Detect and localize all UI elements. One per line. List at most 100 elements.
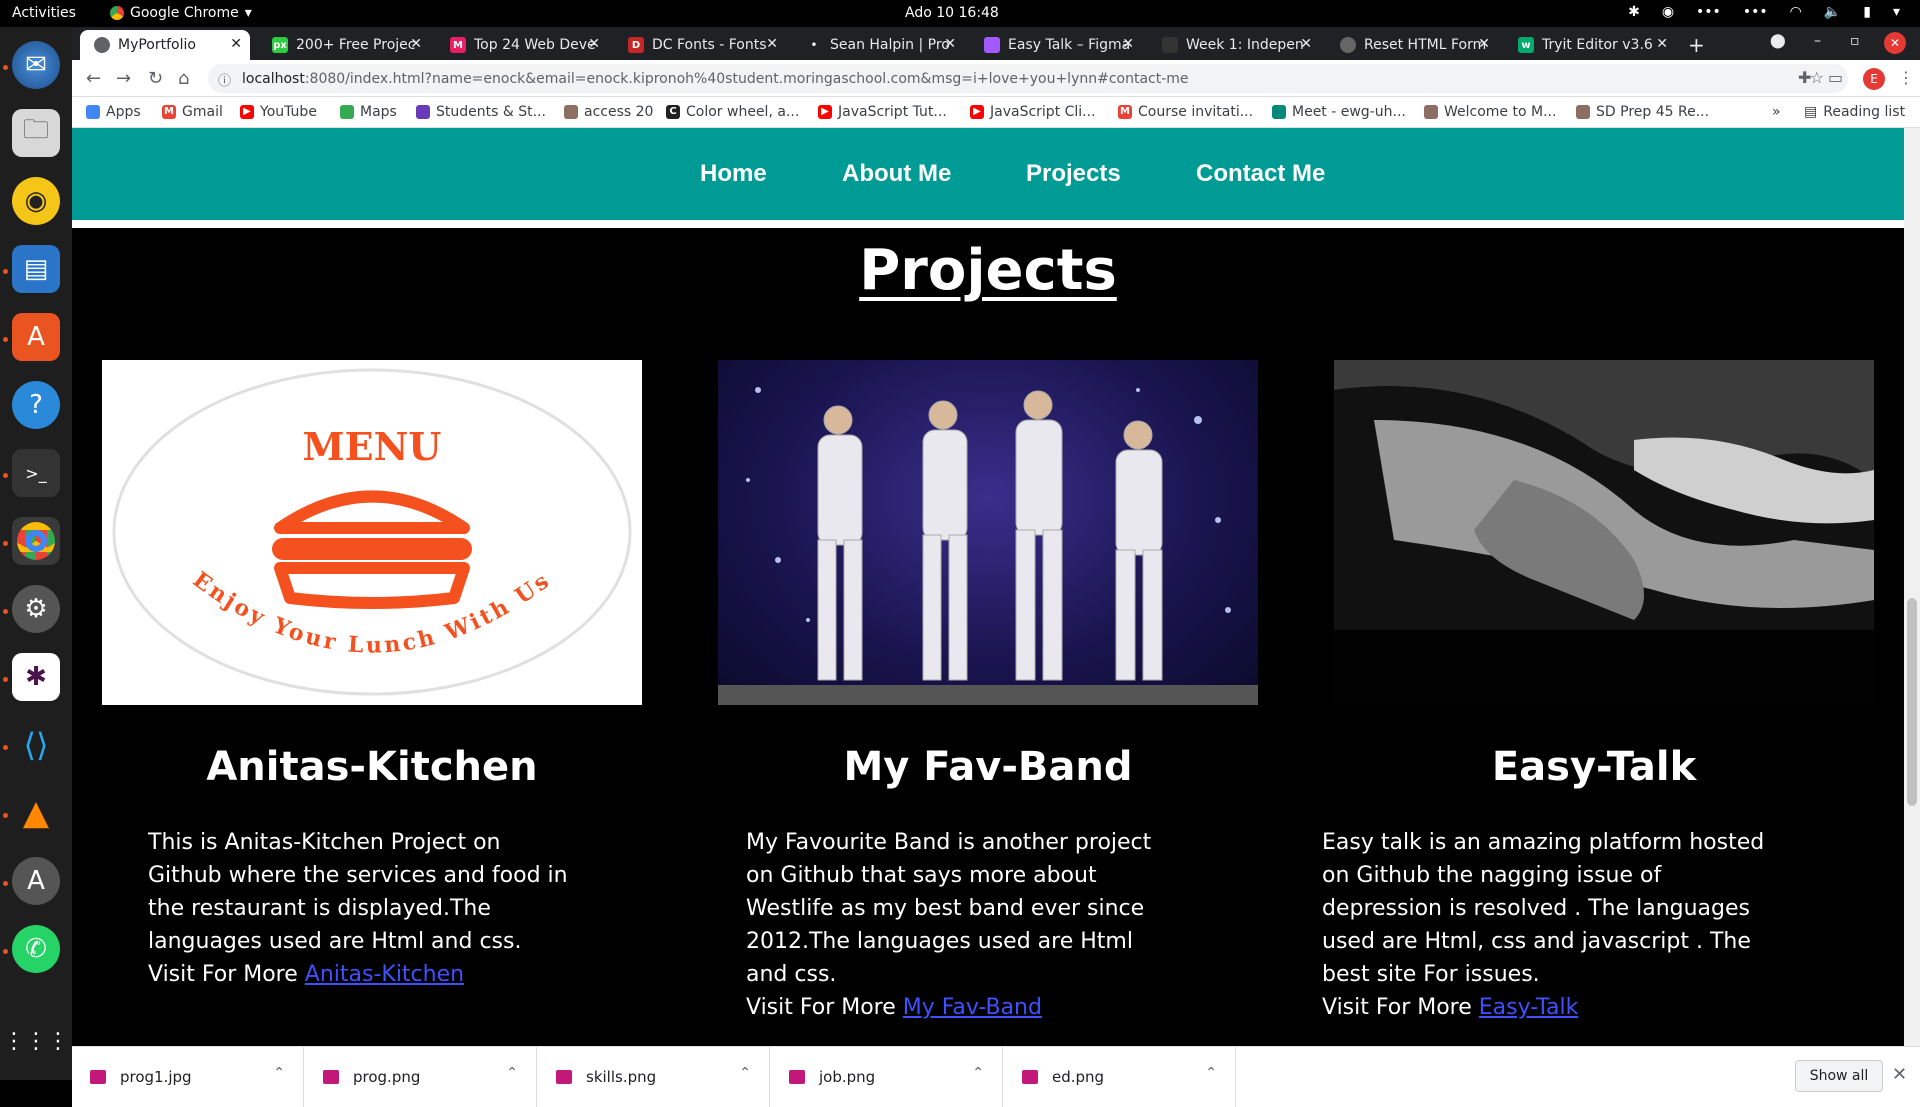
close-icon[interactable]: ✕ [1478,36,1490,52]
bookmark-meet[interactable]: Meet - ewg-uh... [1272,104,1406,120]
tab-easy-talk-figma[interactable]: Easy Talk – Figma ✕ [970,30,1142,60]
maximize-button[interactable]: ▫ [1850,33,1860,49]
forward-button[interactable]: → [116,68,131,89]
extensions-icon[interactable]: ✚ [1798,68,1811,87]
download-item[interactable]: job.png ⌃ [771,1047,1003,1107]
show-apps-icon[interactable]: ⋮⋮⋮ [3,1017,69,1065]
scrollbar-thumb[interactable] [1907,598,1917,806]
tab-reset-html-form[interactable]: Reset HTML Form ✕ [1326,30,1498,60]
thunderbird-icon[interactable]: ✉ [12,41,60,89]
rhythmbox-icon[interactable]: ◉ [12,177,60,225]
chevron-up-icon[interactable]: ⌃ [506,1065,518,1081]
whatsapp-tray-icon[interactable]: ◉ [1662,4,1674,20]
software-center-icon[interactable]: A [12,313,60,361]
cast-icon[interactable]: ▭ [1828,68,1843,87]
nav-projects-link[interactable]: Projects [1026,160,1121,188]
app-store-icon[interactable]: A [12,857,60,905]
tab-dc-fonts[interactable]: D DC Fonts - Fonts ✕ [614,30,786,60]
system-tray[interactable]: ✱ ◉ ••• ••• ◠ 🔈 ▮ ▾ [1628,4,1900,20]
new-tab-button[interactable]: + [1688,33,1705,57]
easy-talk-image [1334,360,1874,705]
close-icon[interactable]: ✕ [588,36,600,52]
profile-avatar[interactable]: E [1863,68,1885,90]
app-menu[interactable]: Google Chrome ▾ [110,5,252,21]
bookmark-js-cli[interactable]: ▶ JavaScript Cli... [970,104,1096,120]
bookmark-star-icon[interactable]: ☆ [1810,68,1824,87]
close-icon[interactable]: ✕ [230,36,242,52]
wifi-icon[interactable]: ◠ [1790,4,1802,20]
nav-home-link[interactable]: Home [700,160,767,188]
slack-tray-icon[interactable]: ✱ [1628,4,1640,20]
reload-button[interactable]: ↻ [148,68,163,89]
activities-button[interactable]: Activities [12,5,76,21]
nav-contact-link[interactable]: Contact Me [1196,160,1325,188]
close-icon[interactable]: ✕ [410,36,422,52]
chevron-up-icon[interactable]: ⌃ [739,1065,751,1081]
whatsapp-icon[interactable]: ✆ [12,925,60,973]
vscode-icon[interactable]: ⟨⟩ [12,721,60,769]
bookmark-maps[interactable]: Maps [340,104,397,120]
bookmarks-overflow-icon[interactable]: » [1772,104,1781,120]
tab-sean-halpin[interactable]: • Sean Halpin | Pro ✕ [792,30,964,60]
anitas-kitchen-link[interactable]: Anitas-Kitchen [305,962,464,987]
close-icon[interactable]: ✕ [1122,36,1134,52]
bookmark-welcome[interactable]: Welcome to M... [1424,104,1556,120]
chevron-up-icon[interactable]: ⌃ [1205,1065,1217,1081]
tab-free-projects[interactable]: px 200+ Free Projec ✕ [258,30,430,60]
clock[interactable]: Ado 10 16:48 [905,5,999,21]
bookmark-apps[interactable]: Apps [86,104,141,120]
bookmark-sd-prep[interactable]: SD Prep 45 Re... [1576,104,1709,120]
close-icon[interactable]: ✕ [1300,36,1312,52]
files-icon[interactable]: 🗀 [12,109,60,157]
bookmark-color-wheel[interactable]: C Color wheel, a... [666,104,799,120]
bookmark-gmail[interactable]: M Gmail [162,104,223,120]
chevron-up-icon[interactable]: ⌃ [972,1065,984,1081]
tab-tryit-editor[interactable]: w Tryit Editor v3.6 ✕ [1504,30,1676,60]
close-icon[interactable]: ✕ [1892,1064,1907,1085]
tab-search-icon[interactable]: ⬤ [1770,33,1786,49]
back-button[interactable]: ← [86,68,101,89]
minimize-button[interactable]: – [1814,33,1821,49]
chrome-menu-icon[interactable]: ⋮ [1898,68,1914,87]
download-item[interactable]: skills.png ⌃ [538,1047,770,1107]
download-item[interactable]: ed.png ⌃ [1004,1047,1236,1107]
tab-web-dev[interactable]: M Top 24 Web Deve ✕ [436,30,608,60]
nav-about-link[interactable]: About Me [842,160,951,188]
terminal-icon[interactable]: >_ [12,449,60,497]
battery-icon[interactable]: ▮ [1863,4,1871,20]
bookmark-access[interactable]: access 20 [564,104,653,120]
bookmark-js-tut[interactable]: ▶ JavaScript Tut... [818,104,947,120]
figma-icon [984,37,1000,53]
download-item[interactable]: prog.png ⌃ [305,1047,537,1107]
tab-week-1[interactable]: Week 1: Indepen ✕ [1148,30,1320,60]
bookmark-youtube[interactable]: ▶ YouTube [240,104,317,120]
tab-label: Sean Halpin | Pro [830,37,950,53]
window-close-button[interactable]: ✕ [1884,32,1906,54]
vlc-icon[interactable]: ▲ [12,789,60,837]
slack-icon[interactable]: ✱ [12,653,60,701]
help-icon[interactable]: ? [12,381,60,429]
site-info-icon[interactable]: ⓘ [218,70,231,89]
close-icon[interactable]: ✕ [944,36,956,52]
my-fav-band-link[interactable]: My Fav-Band [903,995,1042,1020]
close-icon[interactable]: ✕ [1656,36,1668,52]
more-tray-icon[interactable]: ••• [1696,4,1721,20]
tab-myportfolio[interactable]: MyPortfolio ✕ [80,30,250,60]
bookmark-students[interactable]: Students & St... [416,104,546,120]
easy-talk-link[interactable]: Easy-Talk [1479,995,1579,1020]
address-bar[interactable]: ⓘ localhost:8080/index.html?name=enock&e… [208,64,1848,93]
more-tray-icon-2[interactable]: ••• [1743,4,1768,20]
bookmark-course-invitation[interactable]: M Course invitati... [1118,104,1253,120]
show-all-downloads-button[interactable]: Show all [1795,1060,1883,1092]
power-menu-icon[interactable]: ▾ [1893,4,1900,20]
volume-icon[interactable]: 🔈 [1824,4,1841,20]
reading-list-button[interactable]: ▤ Reading list [1804,104,1905,120]
close-icon[interactable]: ✕ [766,36,778,52]
download-item[interactable]: prog1.jpg ⌃ [72,1047,304,1107]
writer-icon[interactable]: ▤ [12,245,60,293]
chrome-dock-icon[interactable] [12,517,60,565]
home-button[interactable]: ⌂ [178,68,189,89]
settings-icon[interactable]: ⚙ [12,585,60,633]
page-scrollbar[interactable] [1904,128,1920,1046]
chevron-up-icon[interactable]: ⌃ [273,1065,285,1081]
